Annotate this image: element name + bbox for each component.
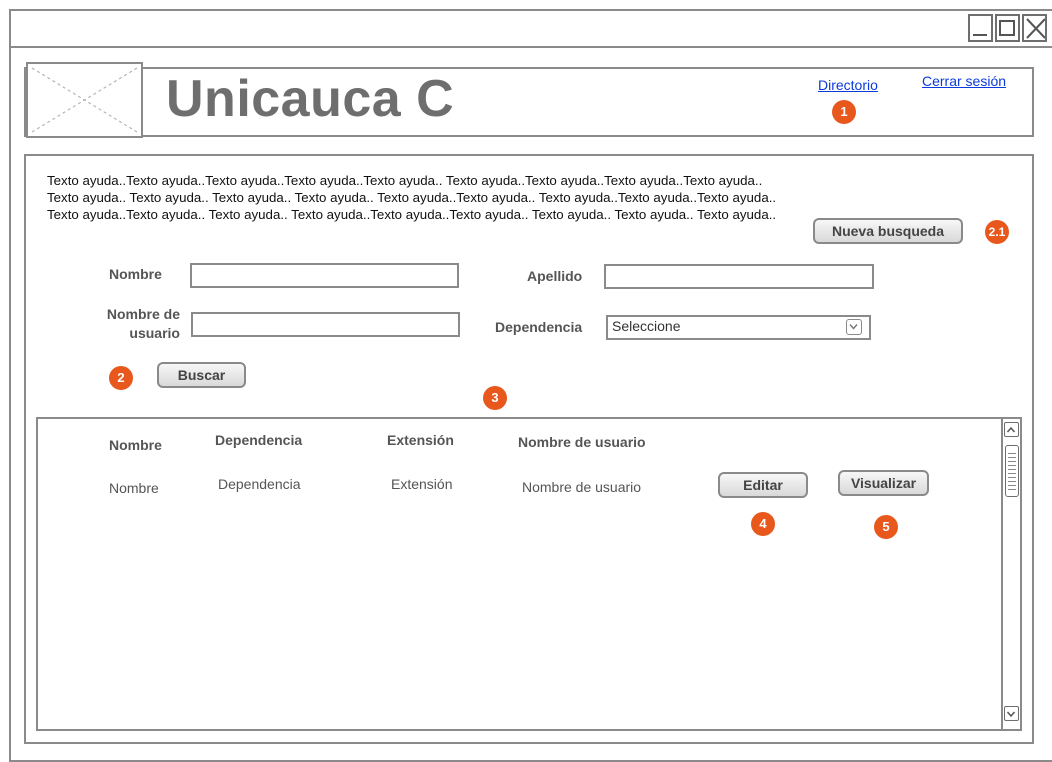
nombre-usuario-field[interactable] <box>191 312 460 337</box>
minimize-icon[interactable] <box>968 14 993 42</box>
annotation-marker-3: 3 <box>483 386 507 410</box>
nombre-usuario-label-line2: usuario <box>129 325 180 341</box>
annotation-marker-1: 1 <box>832 100 856 124</box>
annotation-marker-2: 2 <box>109 366 133 390</box>
edit-button[interactable]: Editar <box>718 472 808 498</box>
logo-image-placeholder <box>26 62 143 138</box>
column-header-dependencia: Dependencia <box>215 432 303 448</box>
column-header-nombre-usuario: Nombre de usuario <box>518 434 646 450</box>
annotation-marker-5: 5 <box>874 515 898 539</box>
apellido-label: Apellido <box>527 268 583 284</box>
titlebar-divider <box>9 46 1052 48</box>
row-nombre-usuario-cell: Nombre de usuario <box>522 479 642 495</box>
nombre-usuario-label: Nombre de usuario <box>96 305 180 343</box>
row-nombre-cell: Nombre <box>109 480 159 496</box>
column-header-nombre: Nombre <box>109 437 162 453</box>
scroll-down-icon[interactable] <box>1004 706 1019 721</box>
row-extension-cell: Extensión <box>391 476 453 492</box>
app-title: Unicauca C <box>166 70 455 128</box>
help-text: Texto ayuda..Texto ayuda..Texto ayuda..T… <box>47 173 777 222</box>
nombre-label: Nombre <box>109 266 162 282</box>
close-icon[interactable] <box>1022 14 1047 42</box>
apellido-field[interactable] <box>604 264 874 289</box>
annotation-marker-2-1: 2.1 <box>985 220 1009 244</box>
buscar-button[interactable]: Buscar <box>157 362 246 388</box>
nombre-usuario-label-line1: Nombre de <box>106 306 180 322</box>
row-dependencia-cell: Dependencia <box>218 476 301 492</box>
dependencia-selected-value: Seleccione <box>612 318 681 334</box>
new-search-button[interactable]: Nueva busqueda <box>813 218 963 244</box>
scroll-up-icon[interactable] <box>1004 422 1019 437</box>
chevron-down-icon[interactable] <box>846 319 862 335</box>
results-panel <box>36 417 1022 731</box>
logout-link[interactable]: Cerrar sesión <box>922 73 1006 89</box>
scroll-thumb[interactable] <box>1005 445 1019 497</box>
column-header-extension: Extensión <box>387 432 454 448</box>
annotation-marker-4: 4 <box>751 512 775 536</box>
maximize-icon[interactable] <box>995 14 1020 42</box>
directorio-link[interactable]: Directorio <box>818 77 878 93</box>
nombre-field[interactable] <box>190 263 459 288</box>
dependencia-label: Dependencia <box>495 319 583 335</box>
view-button[interactable]: Visualizar <box>838 470 929 496</box>
